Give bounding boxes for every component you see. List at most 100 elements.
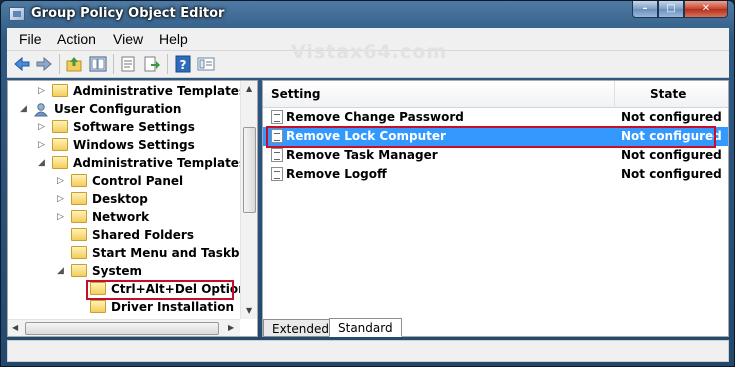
expand-icon[interactable]: ▷ bbox=[38, 140, 47, 150]
svg-text:?: ? bbox=[180, 58, 187, 72]
tree-item[interactable]: ◢ User Configuration bbox=[8, 101, 240, 119]
close-button[interactable]: ✕ bbox=[684, 1, 728, 18]
tree-item-label: System bbox=[92, 264, 142, 278]
settings-pane[interactable]: Setting State Remove Change Password Not… bbox=[262, 80, 729, 337]
folder-icon bbox=[71, 192, 87, 205]
user-config-icon bbox=[34, 103, 49, 117]
list-header: Setting State bbox=[263, 81, 728, 108]
tree-item[interactable]: ◢ Administrative Templates bbox=[8, 155, 246, 173]
setting-state: Not configured bbox=[621, 148, 722, 162]
toolbar-separator bbox=[167, 54, 168, 74]
tree-item[interactable]: Start Menu and Taskbar bbox=[8, 245, 254, 263]
folder-icon bbox=[52, 84, 68, 97]
menu-view[interactable]: View bbox=[113, 31, 143, 47]
folder-icon bbox=[71, 210, 87, 223]
tree-item-label: Control Panel bbox=[92, 174, 184, 188]
column-divider[interactable] bbox=[614, 81, 615, 108]
up-folder-icon[interactable] bbox=[65, 55, 83, 73]
tree-item[interactable]: Driver Installation bbox=[8, 299, 240, 317]
toolbar-separator bbox=[59, 54, 60, 74]
list-row-selected[interactable]: Remove Lock Computer Not configured bbox=[263, 127, 728, 146]
setting-state: Not configured bbox=[621, 129, 722, 143]
expand-icon[interactable]: ▷ bbox=[57, 212, 66, 222]
tree-item-label: Administrative Templates bbox=[73, 84, 247, 98]
policy-setting-icon bbox=[271, 148, 283, 162]
expand-icon[interactable]: ▷ bbox=[38, 86, 47, 96]
tab-extended[interactable]: Extended bbox=[263, 319, 338, 337]
setting-name: Remove Logoff bbox=[286, 167, 387, 181]
tree-item-label: Windows Settings bbox=[73, 138, 195, 152]
tree-item-label: Desktop bbox=[92, 192, 148, 206]
menu-file[interactable]: File bbox=[19, 31, 42, 47]
tree-item[interactable]: Shared Folders bbox=[8, 227, 240, 245]
tree-item[interactable]: ▷ Control Panel bbox=[8, 173, 240, 191]
folder-icon bbox=[71, 228, 87, 241]
properties-icon[interactable] bbox=[119, 55, 137, 73]
maximize-button[interactable]: □ bbox=[658, 1, 684, 18]
scroll-left-icon[interactable]: ◀ bbox=[12, 323, 18, 332]
folder-icon bbox=[71, 174, 87, 187]
tree-item[interactable]: ▷ Administrative Templates bbox=[8, 83, 246, 101]
expand-icon[interactable]: ▷ bbox=[57, 194, 66, 204]
collapse-icon[interactable]: ◢ bbox=[20, 104, 29, 114]
list-row[interactable]: Remove Task Manager Not configured bbox=[263, 146, 728, 165]
setting-name: Remove Task Manager bbox=[286, 148, 438, 162]
tree-item[interactable]: ▷ Desktop bbox=[8, 191, 240, 209]
app-icon bbox=[9, 7, 25, 21]
policy-setting-icon bbox=[271, 129, 283, 143]
scroll-up-icon[interactable]: ▲ bbox=[246, 84, 252, 93]
column-setting[interactable]: Setting bbox=[271, 87, 321, 101]
tree-item-label: Ctrl+Alt+Del Options bbox=[111, 282, 254, 296]
tree-item[interactable]: ▷ Windows Settings bbox=[8, 137, 240, 155]
status-bar bbox=[7, 340, 729, 362]
tab-standard[interactable]: Standard bbox=[329, 318, 402, 337]
folder-icon bbox=[52, 138, 68, 151]
policy-setting-icon bbox=[271, 167, 283, 181]
horizontal-scrollbar[interactable]: ◀ ▶ bbox=[8, 319, 240, 336]
scroll-down-icon[interactable]: ▼ bbox=[246, 306, 252, 315]
folder-icon bbox=[52, 120, 68, 133]
vertical-scrollbar[interactable]: ▲ ▼ bbox=[240, 81, 257, 319]
tree-item-label: Start Menu and Taskbar bbox=[92, 246, 254, 260]
tree-item-label: Shared Folders bbox=[92, 228, 194, 242]
tree-item[interactable]: ◢ System bbox=[8, 263, 240, 281]
caption-buttons: – □ ✕ bbox=[632, 1, 728, 19]
toolbar-separator bbox=[113, 54, 114, 74]
setting-state: Not configured bbox=[621, 110, 722, 124]
menu-help[interactable]: Help bbox=[159, 31, 188, 47]
tree-item-label: Software Settings bbox=[73, 120, 195, 134]
tree-item-label: Driver Installation bbox=[111, 300, 234, 314]
folder-icon bbox=[71, 264, 87, 277]
column-state[interactable]: State bbox=[650, 87, 686, 101]
export-list-icon[interactable] bbox=[143, 55, 161, 73]
collapse-icon[interactable]: ◢ bbox=[57, 266, 66, 276]
extended-view-icon[interactable] bbox=[197, 55, 215, 73]
setting-name: Remove Lock Computer bbox=[286, 129, 446, 143]
folder-icon bbox=[90, 300, 106, 313]
vertical-scroll-thumb[interactable] bbox=[243, 127, 256, 213]
tree-pane[interactable]: ▷ Administrative Templates ◢ User Config… bbox=[7, 80, 258, 337]
forward-icon[interactable] bbox=[35, 55, 53, 73]
scroll-right-icon[interactable]: ▶ bbox=[228, 323, 234, 332]
minimize-button[interactable]: – bbox=[632, 1, 658, 18]
collapse-icon[interactable]: ◢ bbox=[38, 158, 47, 168]
show-hide-tree-icon[interactable] bbox=[89, 55, 107, 73]
expand-icon[interactable]: ▷ bbox=[57, 176, 66, 186]
horizontal-scroll-thumb[interactable] bbox=[25, 322, 219, 335]
policy-setting-icon bbox=[271, 110, 283, 124]
help-icon[interactable]: ? bbox=[174, 55, 192, 73]
tree-item[interactable]: ▷ Software Settings bbox=[8, 119, 240, 137]
back-icon[interactable] bbox=[13, 55, 31, 73]
folder-icon bbox=[71, 246, 87, 259]
tree-item[interactable]: ▷ Network bbox=[8, 209, 240, 227]
menu-action[interactable]: Action bbox=[57, 31, 96, 47]
list-row[interactable]: Remove Logoff Not configured bbox=[263, 165, 728, 184]
expand-icon[interactable]: ▷ bbox=[38, 122, 47, 132]
tree-item-selected[interactable]: Ctrl+Alt+Del Options bbox=[8, 281, 254, 299]
tree-item-label: User Configuration bbox=[54, 102, 182, 116]
window-title: Group Policy Object Editor bbox=[31, 6, 225, 21]
list-row[interactable]: Remove Change Password Not configured bbox=[263, 108, 728, 127]
title-bar[interactable]: Group Policy Object Editor – □ ✕ bbox=[1, 1, 734, 28]
folder-icon bbox=[52, 156, 68, 169]
folder-icon bbox=[90, 282, 106, 295]
